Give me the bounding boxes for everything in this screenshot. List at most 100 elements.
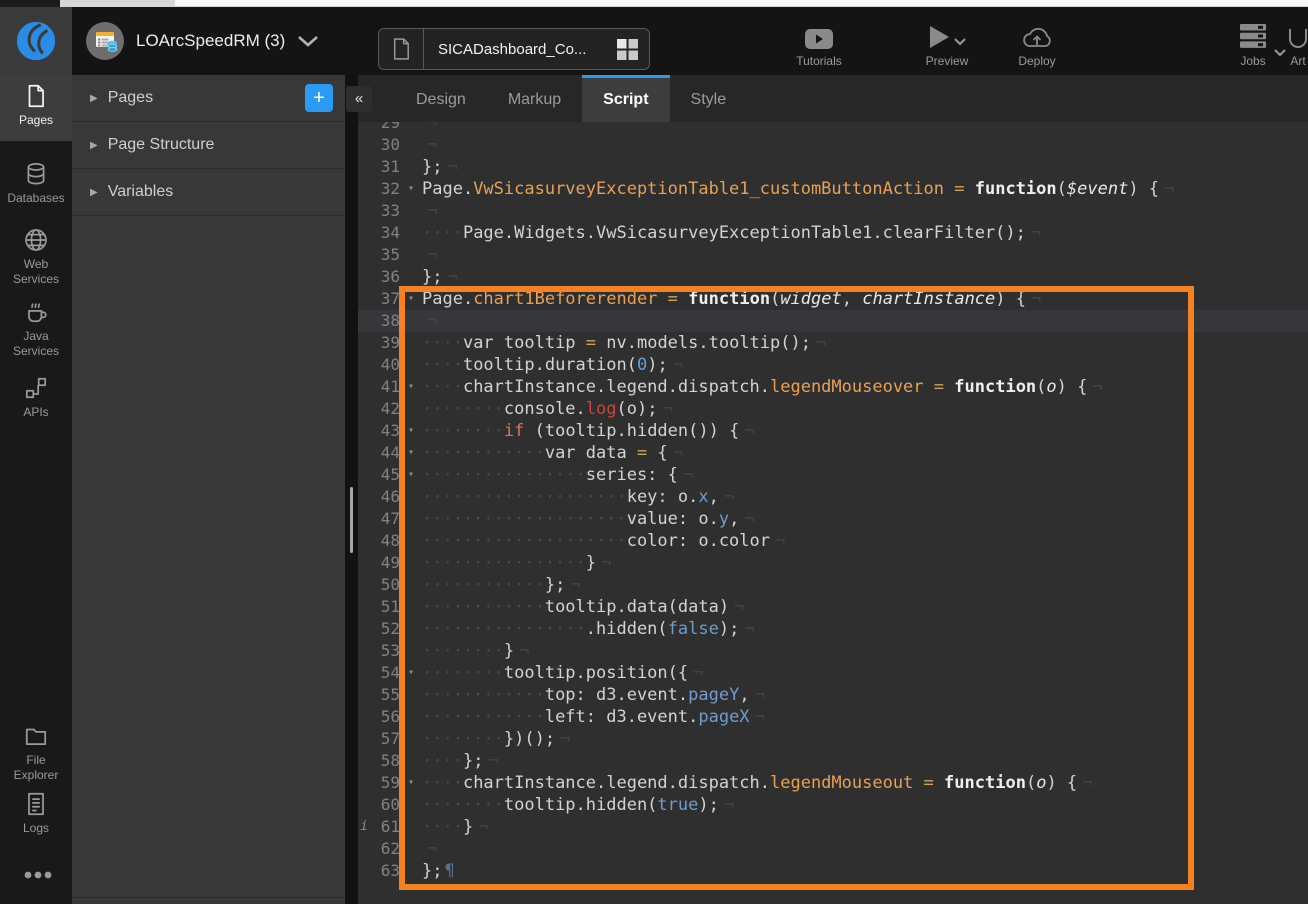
code-line-62[interactable]: 62¬ (358, 838, 1308, 860)
code-line-47[interactable]: 47····················value: o.y,¬ (358, 508, 1308, 530)
scrollbar-thumb[interactable] (350, 487, 353, 553)
code-line-38[interactable]: 38¬ (358, 310, 1308, 332)
code-line-59[interactable]: 59▾····chartInstance.legend.dispatch.leg… (358, 772, 1308, 794)
line-number: 55 (370, 684, 400, 706)
code-line-48[interactable]: 48····················color: o.color¬ (358, 530, 1308, 552)
grid-icon[interactable] (617, 39, 638, 60)
fold-arrow-icon[interactable]: ▾ (400, 772, 422, 794)
code-line-34[interactable]: 34····Page.Widgets.VwSicasurveyException… (358, 222, 1308, 244)
code-line-61[interactable]: i61····}¬ (358, 816, 1308, 838)
add-page-button[interactable]: + (305, 84, 333, 112)
tutorials-button[interactable]: Tutorials (790, 23, 848, 68)
code-line-36[interactable]: 36};¬ (358, 266, 1308, 288)
code-text: ········tooltip.hidden(true);¬ (422, 794, 734, 816)
code-text: ············left: d3.event.pageX¬ (422, 706, 765, 728)
fold-arrow-icon[interactable]: ▾ (400, 288, 422, 310)
code-line-30[interactable]: 30¬ (358, 134, 1308, 156)
code-line-58[interactable]: 58····};¬ (358, 750, 1308, 772)
jobs-button[interactable]: Jobs (1228, 23, 1278, 68)
sidebar-item-label: Java Services (13, 329, 59, 359)
tab-style[interactable]: Style (670, 75, 748, 122)
sidebar-item-label: Pages (19, 113, 53, 128)
artifacts-button-clipped[interactable]: Art (1288, 23, 1308, 68)
fold-space (400, 156, 422, 178)
code-line-50[interactable]: 50············};¬ (358, 574, 1308, 596)
fold-arrow-icon[interactable]: ▾ (400, 464, 422, 486)
code-line-45[interactable]: 45▾················series: {¬ (358, 464, 1308, 486)
gutter-space (358, 398, 370, 420)
code-line-35[interactable]: 35¬ (358, 244, 1308, 266)
preview-button[interactable]: Preview (903, 23, 991, 68)
sidebar-item-databases[interactable]: Databases (0, 153, 72, 221)
sidebar-item-web-services[interactable]: Web Services (0, 219, 72, 291)
code-line-41[interactable]: 41▾····chartInstance.legend.dispatch.leg… (358, 376, 1308, 398)
chevron-down-icon[interactable] (954, 38, 966, 46)
page-tab[interactable]: SICADashboard_Co... (378, 28, 650, 70)
code-line-39[interactable]: 39····var tooltip = nv.models.tooltip();… (358, 332, 1308, 354)
code-line-46[interactable]: 46····················key: o.x,¬ (358, 486, 1308, 508)
tab-script[interactable]: Script (582, 75, 669, 122)
wavemaker-logo[interactable] (0, 7, 72, 75)
strip-gray (60, 0, 175, 7)
fold-space (400, 486, 422, 508)
code-line-63[interactable]: 63};¶ (358, 860, 1308, 882)
sidebar-item-logs[interactable]: Logs (0, 783, 72, 845)
code-line-60[interactable]: 60········tooltip.hidden(true);¬ (358, 794, 1308, 816)
panel-section-page-structure[interactable]: ▶Page Structure (72, 122, 345, 169)
artifacts-label: Art (1290, 54, 1305, 68)
chevron-down-icon[interactable] (1274, 49, 1286, 57)
logs-icon (23, 791, 49, 817)
sidebar-item-file-explorer[interactable]: File Explorer (0, 715, 72, 783)
browser-edge-strip (0, 0, 1308, 7)
gutter-space (358, 750, 370, 772)
code-line-56[interactable]: 56············left: d3.event.pageX¬ (358, 706, 1308, 728)
code-line-42[interactable]: 42········console.log(o);¬ (358, 398, 1308, 420)
fold-arrow-icon[interactable]: ▾ (400, 662, 422, 684)
gutter-space (358, 376, 370, 398)
code-line-33[interactable]: 33¬ (358, 200, 1308, 222)
script-code-area[interactable]: 29¬30¬31};¬32▾Page.VwSicasurveyException… (358, 75, 1308, 904)
panel-section-variables[interactable]: ▶Variables (72, 169, 345, 216)
sidebar-item-apis[interactable]: APIs (0, 367, 72, 427)
code-line-52[interactable]: 52················.hidden(false);¬ (358, 618, 1308, 640)
line-number: 38 (370, 310, 400, 332)
api-icon (23, 375, 49, 401)
fold-space (400, 552, 422, 574)
code-line-51[interactable]: 51············tooltip.data(data)¬ (358, 596, 1308, 618)
gutter-space (358, 486, 370, 508)
fold-arrow-icon[interactable]: ▾ (400, 442, 422, 464)
fold-space (400, 596, 422, 618)
code-line-57[interactable]: 57········})();¬ (358, 728, 1308, 750)
sidebar-item-pages[interactable]: Pages (0, 75, 72, 141)
code-line-32[interactable]: 32▾Page.VwSicasurveyExceptionTable1_cust… (358, 178, 1308, 200)
panel-collapse-button[interactable]: « (346, 86, 372, 112)
code-line-43[interactable]: 43▾········if (tooltip.hidden()) {¬ (358, 420, 1308, 442)
fold-arrow-icon[interactable]: ▾ (400, 376, 422, 398)
fold-space (400, 508, 422, 530)
fold-arrow-icon[interactable]: ▾ (400, 178, 422, 200)
code-line-40[interactable]: 40····tooltip.duration(0);¬ (358, 354, 1308, 376)
deploy-button[interactable]: Deploy (1005, 23, 1069, 68)
line-number: 49 (370, 552, 400, 574)
code-line-44[interactable]: 44▾············var data = {¬ (358, 442, 1308, 464)
code-line-55[interactable]: 55············top: d3.event.pageY,¬ (358, 684, 1308, 706)
tab-design[interactable]: Design (395, 75, 487, 122)
sidebar-item-more[interactable] (0, 863, 72, 893)
code-line-53[interactable]: 53········}¬ (358, 640, 1308, 662)
code-line-54[interactable]: 54▾········tooltip.position({¬ (358, 662, 1308, 684)
line-number: 33 (370, 200, 400, 222)
tab-markup[interactable]: Markup (487, 75, 582, 122)
fold-arrow-icon[interactable]: ▾ (400, 420, 422, 442)
code-text: ················}¬ (422, 552, 611, 574)
panel-section-pages[interactable]: ▶Pages+ (72, 75, 345, 122)
pages-icon (23, 83, 49, 109)
fold-space (400, 398, 422, 420)
line-number: 63 (370, 860, 400, 882)
fold-space (400, 728, 422, 750)
code-line-31[interactable]: 31};¬ (358, 156, 1308, 178)
sidebar-item-java-services[interactable]: Java Services (0, 291, 72, 363)
code-line-49[interactable]: 49 ················}¬ (358, 552, 1308, 574)
code-line-37[interactable]: 37▾Page.chart1Beforerender = function(wi… (358, 288, 1308, 310)
project-switcher[interactable]: LOArcSpeedRM (3) (86, 7, 319, 75)
code-text: ····var tooltip = nv.models.tooltip();¬ (422, 332, 826, 354)
